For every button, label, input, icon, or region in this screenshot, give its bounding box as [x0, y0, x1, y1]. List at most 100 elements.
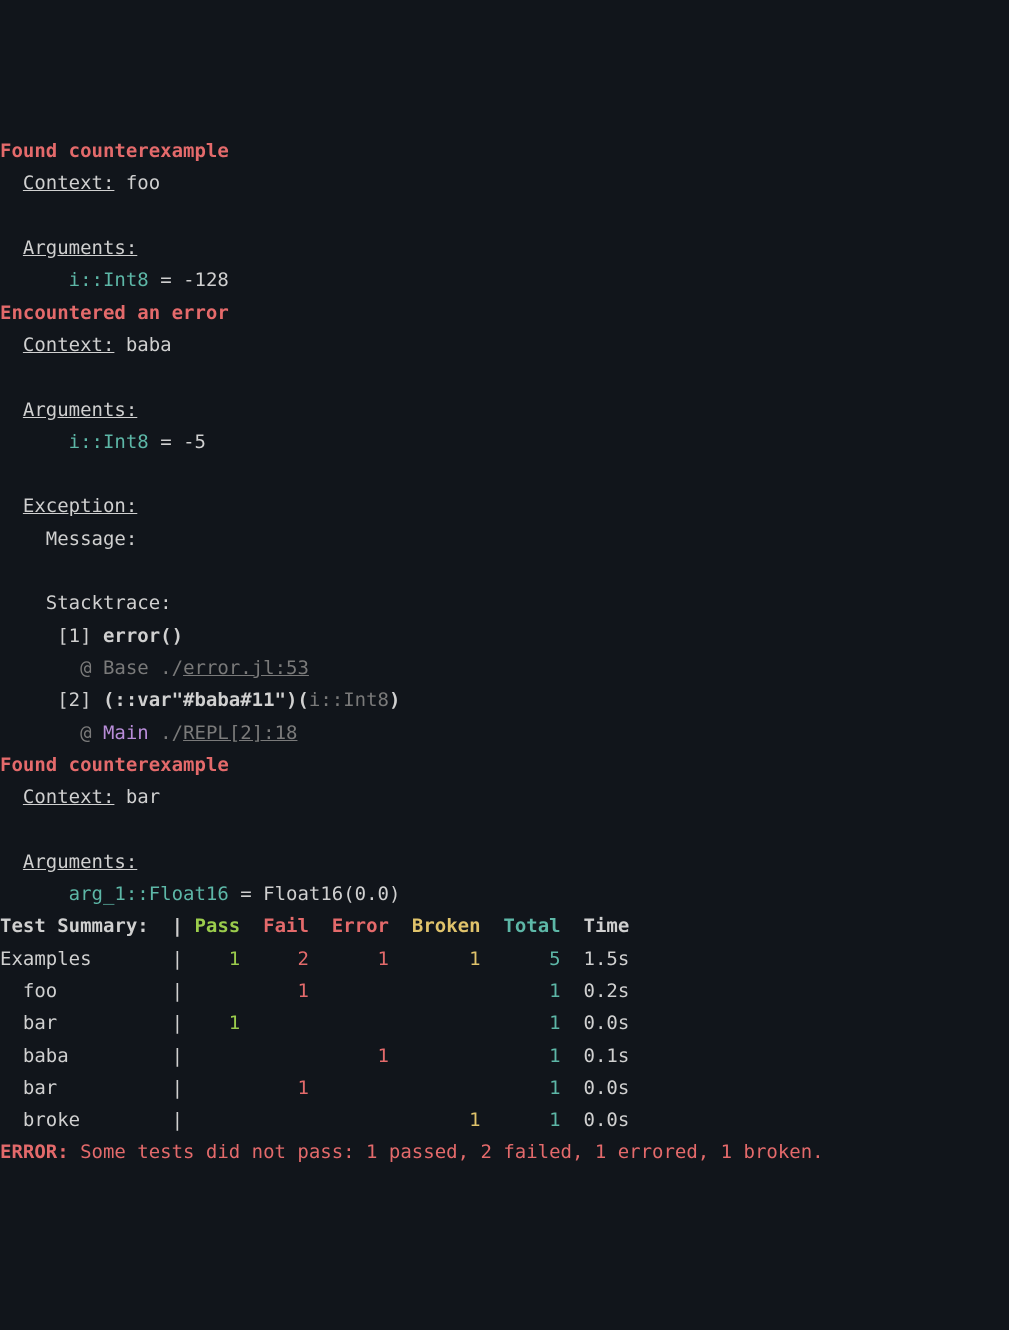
- cell-pass: [194, 1109, 240, 1131]
- frame-module: Main: [103, 722, 149, 744]
- frame-index: [1]: [57, 625, 103, 647]
- context-label: Context:: [23, 786, 115, 808]
- error-text: Some tests did not pass: 1 passed, 2 fai…: [69, 1141, 824, 1163]
- cell-time: 0.0s: [584, 1012, 630, 1034]
- cell-error: 1: [332, 948, 389, 970]
- at-symbol: @: [80, 657, 103, 679]
- row-name: foo: [0, 980, 160, 1002]
- stack-location-row: @ Base ./error.jl:53: [0, 652, 1009, 684]
- row-name: bar: [0, 1077, 160, 1099]
- cell-pass: 1: [194, 948, 240, 970]
- cell-broken: 1: [412, 1109, 481, 1131]
- col-error: Error: [332, 915, 389, 937]
- cell-time: 0.1s: [584, 1045, 630, 1067]
- cell-fail: [263, 1109, 309, 1131]
- final-error-row: ERROR: Some tests did not pass: 1 passed…: [0, 1136, 1009, 1168]
- stack-frame-row: [2] (::var"#baba#11")(i::Int8): [0, 684, 1009, 716]
- blank-line: [0, 818, 11, 840]
- summary-data-row: bar | 1 1 0.0s: [0, 1007, 1009, 1039]
- cell-total: 1: [503, 1012, 560, 1034]
- cell-broken: [412, 1045, 481, 1067]
- summary-data-row: baba | 1 1 0.1s: [0, 1040, 1009, 1072]
- row-name: Examples: [0, 948, 160, 970]
- row-name: bar: [0, 1012, 160, 1034]
- arg-type: Int8: [103, 431, 149, 453]
- col-fail: Fail: [263, 915, 309, 937]
- context-row: Context: bar: [0, 781, 1009, 813]
- message-label: Message:: [46, 528, 138, 550]
- context-value: foo: [126, 172, 160, 194]
- context-row: Context: baba: [0, 329, 1009, 361]
- arg-name: i: [69, 431, 80, 453]
- blank-line: [0, 560, 11, 582]
- stack-location-row: @ Main ./REPL[2]:18: [0, 717, 1009, 749]
- argument-row: arg_1::Float16 = Float16(0.0): [0, 878, 1009, 910]
- cell-fail: [263, 1012, 309, 1034]
- at-symbol: @: [80, 722, 103, 744]
- blank-line: [0, 366, 11, 388]
- summary-header-row: Test Summary: | Pass Fail Error Broken T…: [0, 910, 1009, 942]
- cell-fail: 1: [263, 980, 309, 1002]
- cell-error: [332, 1109, 389, 1131]
- cell-error: [332, 1077, 389, 1099]
- arg-value: -5: [183, 431, 206, 453]
- frame-arg: i::Int8: [309, 689, 389, 711]
- row-name: baba: [0, 1045, 160, 1067]
- cell-total: 1: [503, 1045, 560, 1067]
- frame-file: REPL[2]:18: [183, 722, 297, 744]
- argument-row: i::Int8 = -5: [0, 426, 1009, 458]
- context-row: Context: foo: [0, 167, 1009, 199]
- exception-label: Exception:: [23, 495, 137, 517]
- cell-time: 0.2s: [584, 980, 630, 1002]
- blank-line: [0, 205, 11, 227]
- arguments-label: Arguments:: [23, 237, 137, 259]
- cell-error: [332, 1012, 389, 1034]
- frame-file: error.jl:53: [183, 657, 309, 679]
- cell-total: 5: [503, 948, 560, 970]
- cell-fail: 2: [263, 948, 309, 970]
- section-heading-row: Found counterexample: [0, 749, 1009, 781]
- arg-type: Float16: [149, 883, 229, 905]
- section-heading: Found counterexample: [0, 140, 229, 162]
- arg-name: i: [69, 269, 80, 291]
- cell-pass: 1: [194, 1012, 240, 1034]
- frame-signature: error(): [103, 625, 183, 647]
- stacktrace-label-row: Stacktrace:: [0, 587, 1009, 619]
- cell-broken: [412, 980, 481, 1002]
- arguments-label: Arguments:: [23, 399, 137, 421]
- stack-frame-row: [1] error(): [0, 620, 1009, 652]
- summary-heading: Test Summary:: [0, 915, 160, 937]
- arg-name: arg_1: [69, 883, 126, 905]
- col-broken: Broken: [412, 915, 481, 937]
- stacktrace-label: Stacktrace:: [46, 592, 172, 614]
- col-pass: Pass: [194, 915, 240, 937]
- arg-value: Float16(0.0): [263, 883, 400, 905]
- cell-fail: 1: [263, 1077, 309, 1099]
- cell-total: 1: [503, 1077, 560, 1099]
- arguments-label-row: Arguments:: [0, 232, 1009, 264]
- frame-index: [2]: [57, 689, 103, 711]
- blank-line: [0, 463, 11, 485]
- cell-total: 1: [503, 980, 560, 1002]
- cell-error: [332, 980, 389, 1002]
- summary-data-row: broke | 1 1 0.0s: [0, 1104, 1009, 1136]
- cell-time: 0.0s: [584, 1109, 630, 1131]
- arg-type: Int8: [103, 269, 149, 291]
- cell-pass: [194, 1045, 240, 1067]
- section-heading: Found counterexample: [0, 754, 229, 776]
- col-time: Time: [584, 915, 630, 937]
- arg-value: -128: [183, 269, 229, 291]
- col-total: Total: [503, 915, 560, 937]
- section-heading: Encountered an error: [0, 302, 229, 324]
- cell-time: 0.0s: [584, 1077, 630, 1099]
- section-heading-row: Encountered an error: [0, 297, 1009, 329]
- error-prefix: ERROR:: [0, 1141, 69, 1163]
- arguments-label: Arguments:: [23, 851, 137, 873]
- cell-pass: [194, 980, 240, 1002]
- section-heading-row: Found counterexample: [0, 135, 1009, 167]
- cell-broken: 1: [412, 948, 481, 970]
- exception-label-row: Exception:: [0, 490, 1009, 522]
- cell-error: 1: [332, 1045, 389, 1067]
- context-label: Context:: [23, 334, 115, 356]
- terminal-output: Found counterexample Context: foo Argume…: [0, 135, 1009, 1169]
